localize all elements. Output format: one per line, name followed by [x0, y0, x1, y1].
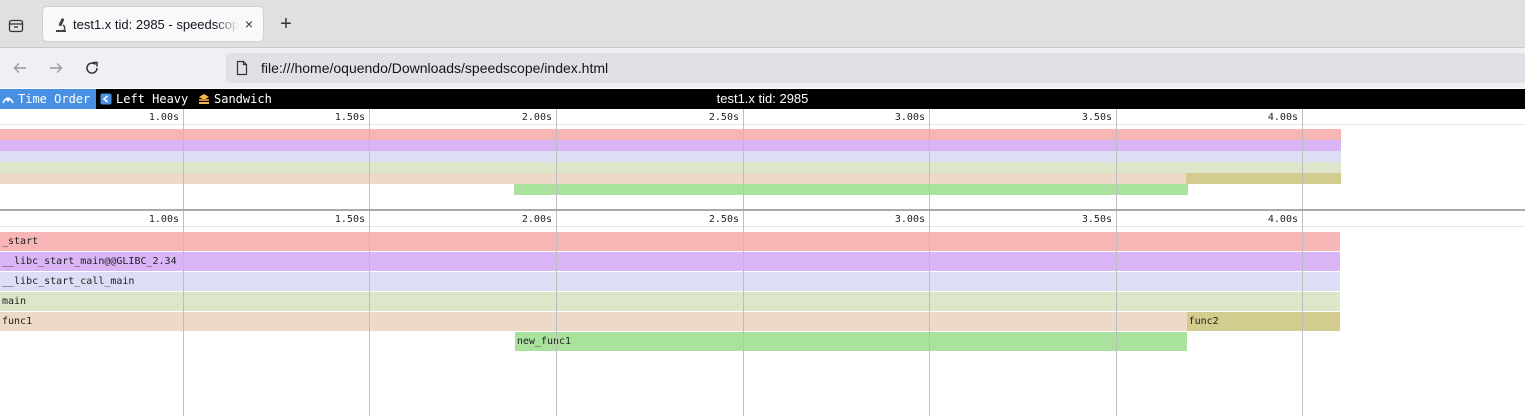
- minimap-frame-func2: [1185, 173, 1341, 184]
- minimap-tick-label: 2.00s: [521, 112, 552, 123]
- flamegraph-gridline: [929, 211, 930, 416]
- flamegraph-tick-label: 3.50s: [1081, 214, 1112, 225]
- minimap-frame-libc-start-main-glibc-2-34: [0, 140, 1341, 151]
- minimap-tick-label: 4.00s: [1267, 112, 1298, 123]
- minimap-gridline: [743, 109, 744, 210]
- reload-icon: [86, 61, 98, 74]
- forward-arrow-icon: [50, 63, 63, 73]
- microscope-icon: [56, 18, 66, 32]
- back-button[interactable]: [8, 56, 32, 80]
- url-text[interactable]: file:///home/oquendo/Downloads/speedscop…: [261, 60, 608, 76]
- minimap-axis-line: [0, 124, 1525, 125]
- minimap-tick-label: 1.00s: [148, 112, 179, 123]
- flamegraph-gridline: [556, 211, 557, 416]
- minimap-gridline: [369, 109, 370, 210]
- tab-title: test1.x tid: 2985 - speedscope: [73, 17, 239, 32]
- reload-button[interactable]: [80, 56, 104, 80]
- minimap-tick-label: 3.00s: [894, 112, 925, 123]
- minimap-tick-label: 2.50s: [708, 112, 739, 123]
- url-bar[interactable]: file:///home/oquendo/Downloads/speedscop…: [226, 53, 1525, 83]
- flamegraph-tick-label: 2.00s: [521, 214, 552, 225]
- flamegraph-gridline: [743, 211, 744, 416]
- minimap-gridline: [183, 109, 184, 210]
- minimap-frame-main: [0, 162, 1341, 173]
- tab-list-button[interactable]: [4, 13, 28, 37]
- flamegraph-axis-line: [0, 226, 1525, 227]
- close-tab-icon[interactable]: ×: [245, 16, 253, 32]
- flame-frame-func2[interactable]: func2: [1186, 312, 1340, 331]
- forward-button[interactable]: [44, 56, 68, 80]
- tab-list-icon: [8, 19, 24, 33]
- flamegraph-tick-label: 2.50s: [708, 214, 739, 225]
- minimap-frame-libc-start-call-main: [0, 151, 1341, 162]
- flamegraph-gridline: [1302, 211, 1303, 416]
- flamegraph-tick-label: 3.00s: [894, 214, 925, 225]
- minimap-gridline: [1116, 109, 1117, 210]
- browser-tab-strip: test1.x tid: 2985 - speedscope × +: [0, 0, 1525, 48]
- minimap-frame-start: [0, 129, 1341, 140]
- flamegraph-gridline: [1116, 211, 1117, 416]
- flamegraph-tick-label: 1.00s: [148, 214, 179, 225]
- minimap-gridline: [556, 109, 557, 210]
- minimap-gridline: [1302, 109, 1303, 210]
- flamegraph-tick-label: 1.50s: [334, 214, 365, 225]
- flamegraph-gridline: [369, 211, 370, 416]
- flame-frame-func1[interactable]: func1: [0, 312, 1187, 331]
- profile-title: test1.x tid: 2985: [716, 91, 809, 106]
- flame-frame-main[interactable]: main: [0, 292, 1340, 311]
- minimap-tick-label: 3.50s: [1081, 112, 1112, 123]
- flamegraph-canvas[interactable]: _start __libc_start_main@@GLIBC_2.34 __lib…: [0, 211, 1525, 416]
- flame-frame-start[interactable]: _start: [0, 232, 1340, 251]
- minimap-tick-label: 1.50s: [334, 112, 365, 123]
- flame-frame-libc-start-call-main[interactable]: __libc_start_call_main: [0, 272, 1340, 291]
- minimap-frame-new-func1: [513, 184, 1188, 195]
- flamegraph-tick-label: 4.00s: [1267, 214, 1298, 225]
- back-arrow-icon: [13, 63, 26, 73]
- flamegraph-gridline: [183, 211, 184, 416]
- flame-frame-libc-start-main-glibc-2-34[interactable]: __libc_start_main@@GLIBC_2.34: [0, 252, 1340, 271]
- browser-tab[interactable]: test1.x tid: 2985 - speedscope ×: [42, 6, 264, 42]
- minimap-frame-func1: [0, 173, 1188, 184]
- new-tab-button[interactable]: +: [274, 12, 298, 36]
- flame-frame-new-func1[interactable]: new_func1: [514, 332, 1187, 351]
- speedscope-toolbar: Time Order Left Heavy Sandwich test1.x t…: [0, 89, 1525, 109]
- page-icon: [236, 60, 248, 76]
- minimap-gridline: [929, 109, 930, 210]
- minimap-overview[interactable]: 500.00ms1.00s1.50s2.00s2.50s3.00s3.50s4.…: [0, 109, 1525, 210]
